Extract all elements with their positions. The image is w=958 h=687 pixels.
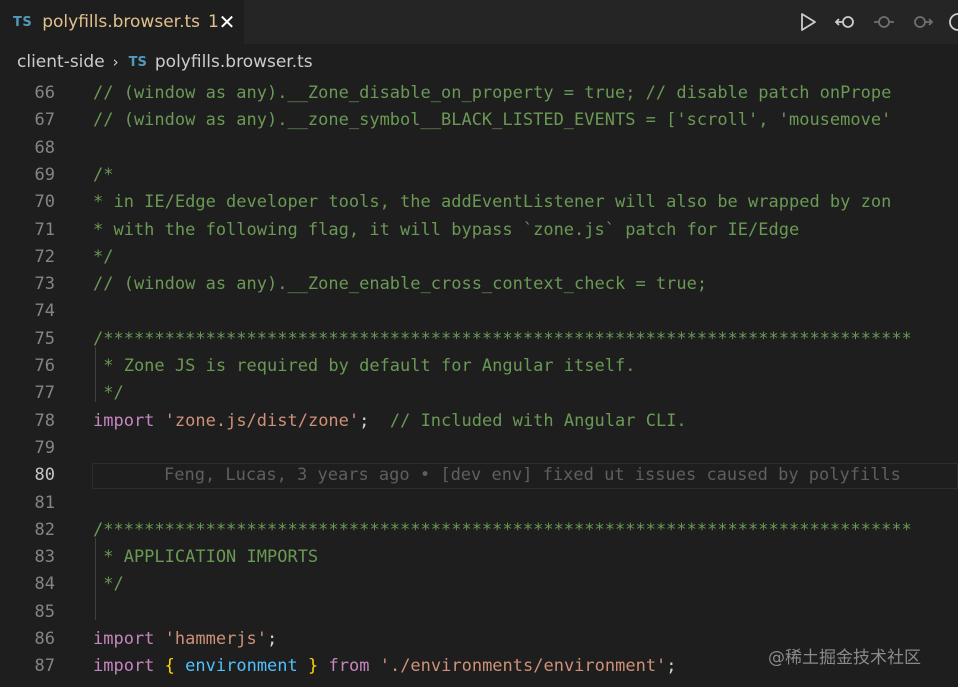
line-number: 79: [34, 437, 55, 458]
line-content: * in IE/Edge developer tools, the addEve…: [93, 192, 892, 213]
keyword: from: [328, 656, 370, 677]
punctuation: ;: [359, 410, 390, 431]
string-literal: './environments/environment': [379, 656, 667, 677]
line-number: 73: [34, 274, 55, 295]
keyword: import: [93, 410, 155, 431]
code-line: 77 */: [0, 380, 958, 407]
brace: {: [164, 656, 175, 677]
code-line: 81: [0, 490, 958, 517]
line-content: import 'zone.js/dist/zone'; // Included …: [93, 408, 687, 435]
line-number: 81: [34, 492, 55, 513]
code-line: 68: [0, 135, 958, 162]
breadcrumb-folder[interactable]: client-side: [17, 52, 105, 72]
code-line: 66 // (window as any).__Zone_disable_on_…: [0, 80, 958, 107]
line-content: /*: [93, 164, 114, 185]
editor-tab[interactable]: TS polyfills.browser.ts 1 ✕: [0, 0, 244, 44]
code-line: 79: [0, 435, 958, 462]
go-back-icon[interactable]: [834, 10, 858, 34]
line-number: 77: [34, 383, 55, 404]
code-line: 71 * with the following flag, it will by…: [0, 217, 958, 244]
keyword: import: [93, 629, 155, 649]
line-content: * with the following flag, it will bypas…: [93, 219, 800, 240]
run-icon[interactable]: [796, 10, 820, 34]
line-number: 85: [34, 601, 55, 622]
string-literal: 'hammerjs': [164, 629, 268, 649]
breadcrumb-file[interactable]: polyfills.browser.ts: [155, 52, 313, 72]
line-content: // (window as any).__Zone_disable_on_pro…: [93, 83, 892, 103]
line-number: 75: [34, 328, 55, 349]
code-line: 67 // (window as any).__zone_symbol__BLA…: [0, 107, 958, 134]
line-number: 80: [34, 465, 55, 486]
code-line: 75 /************************************…: [0, 326, 958, 353]
go-forward-icon[interactable]: [910, 10, 934, 34]
punctuation: ;: [267, 629, 278, 649]
line-content: import 'hammerjs';: [93, 626, 277, 653]
commit-icon[interactable]: [872, 10, 896, 34]
code-line-active: 80 Feng, Lucas, 3 years ago • [dev env] …: [0, 462, 958, 490]
line-number: 69: [34, 164, 55, 185]
code-line: 76 * Zone JS is required by default for …: [0, 353, 958, 380]
line-number: 67: [34, 110, 55, 131]
chevron-right-icon: ›: [112, 53, 119, 71]
punctuation: ;: [666, 656, 677, 677]
line-number: 74: [34, 301, 55, 322]
watermark: @稀土掘金技术社区: [768, 648, 921, 668]
line-number: 66: [34, 83, 55, 103]
line-number: 70: [34, 192, 55, 213]
line-number: 87: [34, 656, 55, 677]
typescript-file-icon: TS: [13, 14, 33, 30]
line-number: 83: [34, 547, 55, 568]
string-literal: 'zone.js/dist/zone': [164, 410, 360, 431]
line-number: 68: [34, 137, 55, 158]
line-content: * Zone JS is required by default for Ang…: [93, 356, 636, 376]
line-number: 76: [34, 356, 55, 376]
line-number: 71: [34, 219, 55, 240]
brace: }: [308, 656, 319, 677]
identifier: environment: [185, 656, 298, 677]
line-content: * APPLICATION IMPORTS: [93, 547, 319, 568]
typescript-file-icon: TS: [128, 54, 147, 70]
code-line: 69 /*: [0, 162, 958, 189]
code-line: 83 * APPLICATION IMPORTS: [0, 544, 958, 571]
line-content: */: [93, 383, 124, 404]
tab-filename: polyfills.browser.ts: [42, 12, 201, 32]
code-line: 84 */: [0, 571, 958, 598]
code-line: 85: [0, 599, 958, 626]
git-blame-annotation: Feng, Lucas, 3 years ago • [dev env] fix…: [164, 465, 901, 486]
code-line: 73 // (window as any).__Zone_enable_cros…: [0, 271, 958, 298]
line-content: /***************************************…: [93, 328, 912, 349]
close-icon[interactable]: ✕: [218, 11, 236, 33]
line-content: // (window as any).__Zone_enable_cross_c…: [93, 274, 708, 295]
line-content: */: [93, 574, 124, 595]
line-content: // (window as any).__zone_symbol__BLACK_…: [93, 110, 892, 131]
code-line: 74: [0, 298, 958, 325]
code-line: 70 * in IE/Edge developer tools, the add…: [0, 189, 958, 216]
line-content: import { environment } from './environme…: [93, 653, 677, 680]
line-number: 86: [34, 629, 55, 649]
keyword: import: [93, 656, 155, 677]
line-content: */: [93, 246, 114, 267]
line-number: 82: [34, 519, 55, 540]
inline-comment: // Included with Angular CLI.: [389, 410, 687, 431]
line-number: 84: [34, 574, 55, 595]
breadcrumb: client-side › TS polyfills.browser.ts: [0, 44, 958, 80]
more-icon[interactable]: [946, 10, 958, 34]
code-line: 72 */: [0, 244, 958, 271]
code-line: 78 import 'zone.js/dist/zone'; // Includ…: [0, 408, 958, 435]
code-editor[interactable]: 66 // (window as any).__Zone_disable_on_…: [0, 80, 958, 687]
tab-bar: TS polyfills.browser.ts 1 ✕: [0, 0, 958, 44]
code-line: 82 /************************************…: [0, 517, 958, 544]
line-number: 78: [34, 410, 55, 431]
line-content: /***************************************…: [93, 519, 912, 540]
line-number: 72: [34, 246, 55, 267]
